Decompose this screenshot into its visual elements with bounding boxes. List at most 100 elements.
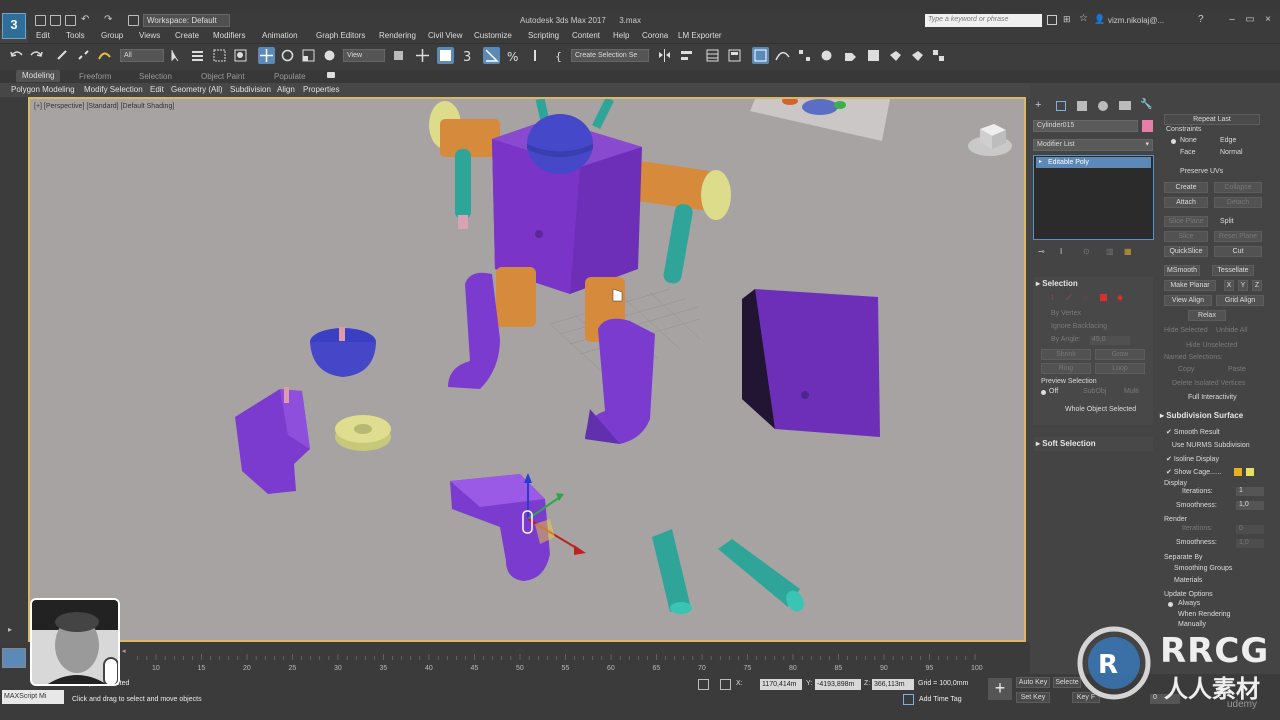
create-tab-icon[interactable]: +	[1035, 99, 1041, 111]
ribbon-tab-object-paint[interactable]: Object Paint	[201, 72, 245, 81]
hide-selected-button[interactable]: Hide Selected	[1164, 327, 1208, 334]
cage-selected-color-swatch[interactable]	[1246, 468, 1254, 476]
reset-plane-button[interactable]: Reset Plane	[1214, 231, 1262, 242]
display-tab-icon[interactable]	[1119, 101, 1131, 110]
ribbon-tab-selection[interactable]: Selection	[139, 72, 172, 81]
bind-spacewarp-icon[interactable]	[96, 47, 113, 64]
menu-views[interactable]: Views	[139, 31, 160, 40]
planarize-y-button[interactable]: Y	[1238, 280, 1248, 291]
utilities-tab-icon[interactable]: 🔧	[1140, 99, 1152, 110]
smoothing-groups-checkbox[interactable]: Smoothing Groups	[1174, 565, 1232, 572]
unlink-icon[interactable]	[75, 47, 92, 64]
layer-explorer-icon[interactable]	[704, 47, 721, 64]
snaps-toggle-icon[interactable]: 3	[461, 47, 478, 65]
preserve-uvs-checkbox[interactable]: Preserve UVs	[1180, 168, 1223, 175]
copy-button[interactable]: Copy	[1178, 366, 1194, 373]
selection-lock-icon[interactable]	[720, 679, 731, 690]
save-icon[interactable]	[65, 15, 76, 26]
display-iterations-field[interactable]: 1	[1236, 487, 1264, 496]
redo-icon[interactable]: ↷	[104, 14, 112, 25]
subdivision-surface-header[interactable]: ▸ Subdivision Surface	[1160, 411, 1243, 420]
new-file-icon[interactable]	[35, 15, 46, 26]
set-key-big-icon[interactable]: +	[988, 678, 1012, 700]
ribbon-tab-modeling[interactable]: Modeling	[16, 70, 61, 82]
attach-button[interactable]: Attach	[1164, 197, 1208, 208]
mirror-icon[interactable]	[656, 47, 673, 64]
menu-civil-view[interactable]: Civil View	[428, 31, 463, 40]
by-vertex-checkbox[interactable]: By Vertex	[1051, 310, 1081, 317]
menu-corona[interactable]: Corona	[642, 31, 668, 40]
project-folder-icon[interactable]	[128, 15, 139, 26]
render-in-cloud-icon[interactable]	[930, 47, 947, 64]
favorites-star-icon[interactable]: ☆	[1079, 13, 1088, 24]
align-icon[interactable]	[678, 47, 695, 64]
ribbon-item-modify-selection[interactable]: Modify Selection	[84, 85, 143, 94]
menu-tools[interactable]: Tools	[66, 31, 85, 40]
modify-tab-icon[interactable]	[1056, 101, 1066, 111]
ribbon-item-subdivision[interactable]: Subdivision	[230, 85, 271, 94]
render-production-icon[interactable]	[887, 47, 904, 64]
show-end-result-icon[interactable]: Ι	[1060, 247, 1062, 256]
perspective-viewport[interactable]: [+] [Perspective] [Standard] [Default Sh…	[28, 97, 1026, 642]
open-file-icon[interactable]	[50, 15, 61, 26]
workspace-dropdown[interactable]: Workspace: Default	[143, 14, 230, 27]
menu-create[interactable]: Create	[175, 31, 199, 40]
menu-graph-editors[interactable]: Graph Editors	[316, 31, 365, 40]
slice-plane-button[interactable]: Slice Plane	[1164, 216, 1208, 227]
timeline[interactable]: ◂ 10 15 20 25 30 35 40 45 50 55 60 65 70 75 80 85 90 95 10…	[0, 642, 1030, 674]
isolate-selection-icon[interactable]	[698, 679, 709, 690]
maximize-button[interactable]: ▭	[1244, 15, 1256, 26]
time-slider-handle[interactable]	[2, 648, 26, 668]
show-cage-checkbox[interactable]: ✔ Show Cage......	[1166, 468, 1222, 476]
make-unique-icon[interactable]: ⊙	[1083, 247, 1090, 256]
spinner-snap-icon[interactable]	[527, 47, 544, 64]
constraint-edge-radio[interactable]: Edge	[1220, 137, 1236, 144]
planarize-z-button[interactable]: Z	[1252, 280, 1262, 291]
update-always-radio[interactable]	[1168, 602, 1173, 607]
pivot-center-icon[interactable]	[390, 47, 407, 64]
window-crossing-icon[interactable]	[232, 47, 249, 64]
constraint-normal-radio[interactable]: Normal	[1220, 149, 1243, 156]
smooth-result-checkbox[interactable]: ✔ Smooth Result	[1166, 428, 1220, 436]
paste-button[interactable]: Paste	[1228, 366, 1246, 373]
menu-edit[interactable]: Edit	[36, 31, 50, 40]
schematic-view-icon[interactable]	[796, 47, 813, 64]
time-tag-icon[interactable]	[903, 694, 914, 705]
detach-button[interactable]: Detach	[1214, 197, 1262, 208]
y-coordinate-field[interactable]: -4193,898m	[815, 679, 861, 690]
msmooth-button[interactable]: MSmooth	[1164, 265, 1200, 276]
isoline-display-checkbox[interactable]: ✔ Isoline Display	[1166, 455, 1219, 463]
update-when-rendering-radio[interactable]: When Rendering	[1178, 611, 1231, 618]
link-icon[interactable]	[54, 47, 71, 64]
undo-icon[interactable]: ↶	[81, 14, 89, 25]
use-nurms-checkbox[interactable]: Use NURMS Subdivision	[1166, 442, 1250, 449]
search-input[interactable]: Type a keyword or phrase	[925, 14, 1042, 27]
menu-scripting[interactable]: Scripting	[528, 31, 559, 40]
z-coordinate-field[interactable]: 366,113m	[872, 679, 914, 690]
menu-animation[interactable]: Animation	[262, 31, 298, 40]
redo-toolbar-icon[interactable]	[28, 47, 45, 64]
configure-modifier-sets-icon[interactable]: ▦	[1124, 247, 1132, 256]
display-smoothness-field[interactable]: 1,0	[1236, 501, 1264, 510]
ribbon-tab-freeform[interactable]: Freeform	[79, 72, 111, 81]
select-manipulate-icon[interactable]	[414, 47, 431, 64]
tessellate-button[interactable]: Tessellate	[1212, 265, 1254, 276]
subobject-vertex-icon[interactable]: ⁝	[1051, 293, 1054, 302]
select-by-name-icon[interactable]	[189, 47, 206, 64]
reference-coordinate-dropdown[interactable]: View	[343, 49, 385, 62]
constraint-face-radio[interactable]: Face	[1180, 149, 1196, 156]
menu-rendering[interactable]: Rendering	[379, 31, 416, 40]
toggle-ribbon-icon[interactable]	[726, 47, 743, 64]
selection-rollout-header[interactable]: ▸ Selection	[1036, 279, 1078, 288]
ribbon-item-properties[interactable]: Properties	[303, 85, 339, 94]
loop-button[interactable]: Loop	[1095, 363, 1145, 374]
preview-multi-radio[interactable]: Multi	[1124, 388, 1139, 395]
unhide-all-button[interactable]: Unhide All	[1216, 327, 1248, 334]
render-setup-icon[interactable]	[842, 47, 859, 64]
angle-value-field[interactable]: 45,0	[1090, 336, 1130, 345]
named-selection-dropdown[interactable]: Create Selection Se	[571, 49, 649, 62]
menu-group[interactable]: Group	[101, 31, 123, 40]
menu-modifiers[interactable]: Modifiers	[213, 31, 245, 40]
menu-lm-exporter[interactable]: LM Exporter	[678, 31, 722, 40]
user-icon[interactable]: 👤	[1094, 14, 1105, 25]
